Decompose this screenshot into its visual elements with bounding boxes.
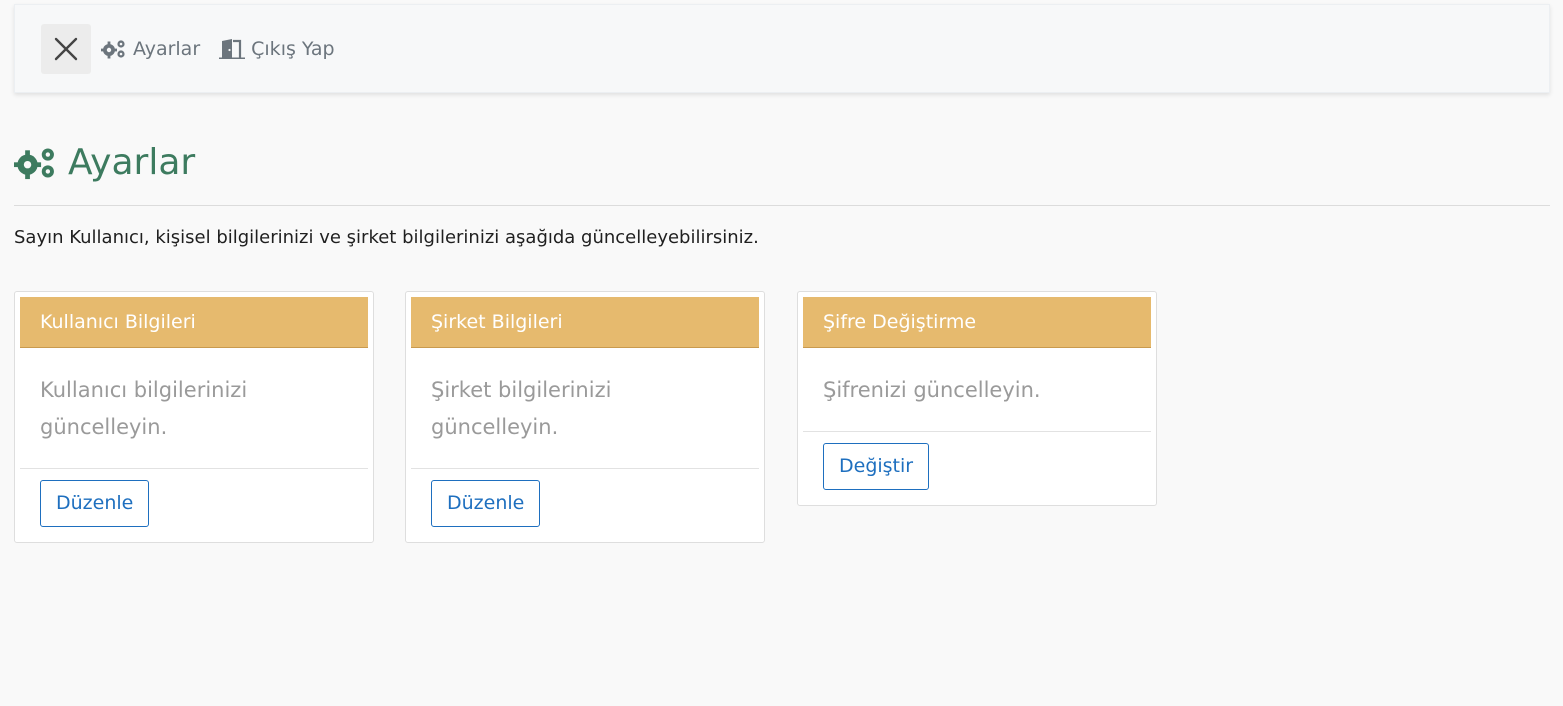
card-company-info: Şirket Bilgileri Şirket bilgilerinizi gü… <box>405 291 765 543</box>
card-user-info: Kullanıcı Bilgileri Kullanıcı bilgilerin… <box>14 291 374 543</box>
card-body-line: güncelleyin. <box>40 415 168 439</box>
card-body-line: Şifrenizi güncelleyin. <box>823 378 1041 402</box>
card-body-line: Kullanıcı bilgilerinizi <box>40 378 248 402</box>
change-password-button[interactable]: Değiştir <box>823 443 930 490</box>
card-body: Şirket bilgilerinizi güncelleyin. <box>411 348 759 469</box>
card-body: Şifrenizi güncelleyin. <box>803 348 1151 432</box>
nav-logout-link[interactable]: Çıkış Yap <box>219 37 335 60</box>
title-divider <box>14 205 1550 206</box>
card-body-line: güncelleyin. <box>431 415 559 439</box>
top-navbar: Ayarlar Çıkış Yap <box>14 4 1550 93</box>
gears-icon <box>101 39 125 58</box>
card-footer: Düzenle <box>411 469 759 537</box>
close-button[interactable] <box>41 23 91 74</box>
gears-icon <box>14 147 54 179</box>
nav-settings-link[interactable]: Ayarlar <box>101 38 200 60</box>
door-exit-icon <box>219 38 246 59</box>
card-body-line: Şirket bilgilerinizi <box>431 378 612 402</box>
card-body: Kullanıcı bilgilerinizi güncelleyin. <box>20 348 368 469</box>
card-footer: Düzenle <box>20 469 368 537</box>
card-header: Şirket Bilgileri <box>411 297 759 348</box>
card-footer: Değiştir <box>803 432 1151 500</box>
nav-logout-label: Çıkış Yap <box>251 37 335 60</box>
intro-text: Sayın Kullanıcı, kişisel bilgilerinizi v… <box>14 227 759 248</box>
edit-user-button[interactable]: Düzenle <box>40 480 150 527</box>
page-title: Ayarlar <box>14 142 195 183</box>
nav-settings-label: Ayarlar <box>133 37 201 60</box>
card-header: Kullanıcı Bilgileri <box>20 297 368 348</box>
card-header: Şifre Değiştirme <box>803 297 1151 348</box>
page-title-text: Ayarlar <box>68 142 196 183</box>
card-password-change: Şifre Değiştirme Şifrenizi güncelleyin. … <box>797 291 1157 506</box>
close-icon <box>54 37 78 60</box>
edit-company-button[interactable]: Düzenle <box>431 480 541 527</box>
